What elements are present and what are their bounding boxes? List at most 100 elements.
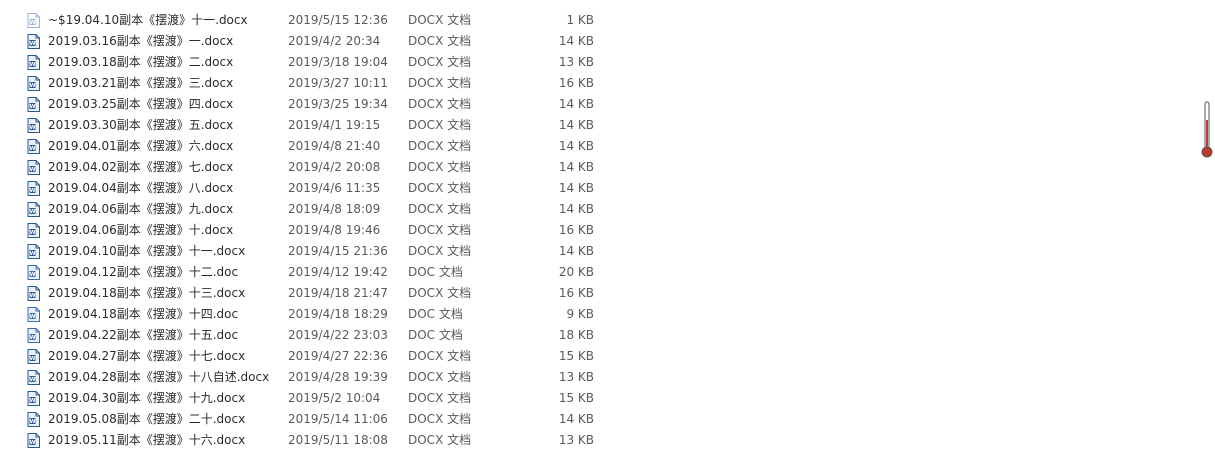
file-name[interactable]: 2019.03.30副本《摆渡》五.docx: [48, 115, 233, 136]
file-modified-date: 2019/3/18 19:04: [288, 55, 388, 69]
file-name[interactable]: 2019.04.02副本《摆渡》七.docx: [48, 157, 233, 178]
file-size: 14 KB: [558, 202, 594, 216]
file-size: 14 KB: [558, 97, 594, 111]
file-size: 20 KB: [558, 265, 594, 279]
svg-text:W: W: [29, 356, 35, 362]
file-name[interactable]: 2019.04.04副本《摆渡》八.docx: [48, 178, 233, 199]
word-docx-icon: W: [27, 412, 40, 427]
file-modified-date: 2019/5/15 12:36: [288, 13, 388, 27]
file-type: DOCX 文档: [408, 13, 472, 27]
file-name[interactable]: 2019.03.16副本《摆渡》一.docx: [48, 31, 233, 52]
file-size: 16 KB: [558, 223, 594, 237]
file-row[interactable]: W 2019.04.30副本《摆渡》十九.docx 2019/5/2 10:04…: [0, 388, 1200, 409]
word-docx-icon: W: [27, 34, 40, 49]
file-size: 15 KB: [558, 391, 594, 405]
file-modified-date: 2019/3/25 19:34: [288, 97, 388, 111]
file-name[interactable]: 2019.04.06副本《摆渡》九.docx: [48, 199, 233, 220]
file-name[interactable]: 2019.05.08副本《摆渡》二十.docx: [48, 409, 245, 430]
file-name[interactable]: 2019.04.06副本《摆渡》十.docx: [48, 220, 233, 241]
file-name[interactable]: 2019.03.21副本《摆渡》三.docx: [48, 73, 233, 94]
file-row[interactable]: W 2019.04.28副本《摆渡》十八自述.docx 2019/4/28 19…: [0, 367, 1200, 388]
file-type: DOCX 文档: [408, 160, 472, 174]
file-row[interactable]: W 2019.03.18副本《摆渡》二.docx 2019/3/18 19:04…: [0, 52, 1200, 73]
file-name[interactable]: 2019.04.18副本《摆渡》十三.docx: [48, 283, 245, 304]
file-row[interactable]: W 2019.04.10副本《摆渡》十一.docx 2019/4/15 21:3…: [0, 241, 1200, 262]
file-size: 15 KB: [558, 349, 594, 363]
word-docx-icon: W: [27, 181, 40, 196]
file-row[interactable]: W 2019.04.22副本《摆渡》十五.doc 2019/4/22 23:03…: [0, 325, 1200, 346]
file-row[interactable]: W 2019.04.02副本《摆渡》七.docx 2019/4/2 20:08 …: [0, 157, 1200, 178]
file-size: 9 KB: [566, 307, 594, 321]
file-size: 16 KB: [558, 76, 594, 90]
file-type: DOCX 文档: [408, 223, 472, 237]
file-type: DOCX 文档: [408, 118, 472, 132]
file-modified-date: 2019/5/14 11:06: [288, 412, 388, 426]
word-docx-icon: W: [27, 160, 40, 175]
file-name[interactable]: ~$19.04.10副本《摆渡》十一.docx: [48, 10, 248, 31]
file-row[interactable]: W 2019.04.18副本《摆渡》十三.docx 2019/4/18 21:4…: [0, 283, 1200, 304]
svg-text:W: W: [29, 125, 35, 131]
file-list: W ~$19.04.10副本《摆渡》十一.docx 2019/5/15 12:3…: [0, 10, 1200, 451]
file-modified-date: 2019/4/2 20:08: [288, 160, 381, 174]
file-row[interactable]: W 2019.03.21副本《摆渡》三.docx 2019/3/27 10:11…: [0, 73, 1200, 94]
svg-text:W: W: [29, 419, 35, 425]
file-row[interactable]: W 2019.04.12副本《摆渡》十二.doc 2019/4/12 19:42…: [0, 262, 1200, 283]
file-modified-date: 2019/4/18 21:47: [288, 286, 388, 300]
file-modified-date: 2019/5/2 10:04: [288, 391, 381, 405]
file-name[interactable]: 2019.04.12副本《摆渡》十二.doc: [48, 262, 238, 283]
file-type: DOCX 文档: [408, 76, 472, 90]
file-row[interactable]: W 2019.03.30副本《摆渡》五.docx 2019/4/1 19:15 …: [0, 115, 1200, 136]
file-size: 16 KB: [558, 286, 594, 300]
file-row[interactable]: W ~$19.04.10副本《摆渡》十一.docx 2019/5/15 12:3…: [0, 10, 1200, 31]
file-size: 13 KB: [558, 370, 594, 384]
svg-text:W: W: [29, 188, 35, 194]
svg-text:W: W: [29, 20, 35, 26]
word-docx-icon: W: [27, 286, 40, 301]
file-row[interactable]: W 2019.03.16副本《摆渡》一.docx 2019/4/2 20:34 …: [0, 31, 1200, 52]
file-row[interactable]: W 2019.04.18副本《摆渡》十四.doc 2019/4/18 18:29…: [0, 304, 1200, 325]
file-modified-date: 2019/4/15 21:36: [288, 244, 388, 258]
file-row[interactable]: W 2019.04.04副本《摆渡》八.docx 2019/4/6 11:35 …: [0, 178, 1200, 199]
word-docx-icon: W: [27, 139, 40, 154]
file-modified-date: 2019/4/12 19:42: [288, 265, 388, 279]
file-row[interactable]: W 2019.05.08副本《摆渡》二十.docx 2019/5/14 11:0…: [0, 409, 1200, 430]
word-doc-icon: W: [27, 265, 40, 280]
word-docx-icon: W: [27, 223, 40, 238]
file-modified-date: 2019/4/1 19:15: [288, 118, 381, 132]
word-doc-icon: W: [27, 307, 40, 322]
file-row[interactable]: W 2019.04.27副本《摆渡》十七.docx 2019/4/27 22:3…: [0, 346, 1200, 367]
file-name[interactable]: 2019.04.28副本《摆渡》十八自述.docx: [48, 367, 269, 388]
file-row[interactable]: W 2019.04.06副本《摆渡》九.docx 2019/4/8 18:09 …: [0, 199, 1200, 220]
svg-text:W: W: [29, 335, 35, 341]
file-name[interactable]: 2019.04.10副本《摆渡》十一.docx: [48, 241, 245, 262]
file-type: DOCX 文档: [408, 370, 472, 384]
file-type: DOCX 文档: [408, 433, 472, 447]
file-modified-date: 2019/4/2 20:34: [288, 34, 381, 48]
file-size: 14 KB: [558, 139, 594, 153]
file-name[interactable]: 2019.05.11副本《摆渡》十六.docx: [48, 430, 245, 451]
file-row[interactable]: W 2019.05.11副本《摆渡》十六.docx 2019/5/11 18:0…: [0, 430, 1200, 451]
thermometer-scroll-indicator-icon[interactable]: [1201, 100, 1213, 160]
svg-text:W: W: [29, 251, 35, 257]
file-name[interactable]: 2019.04.01副本《摆渡》六.docx: [48, 136, 233, 157]
file-name[interactable]: 2019.04.18副本《摆渡》十四.doc: [48, 304, 238, 325]
file-modified-date: 2019/4/8 21:40: [288, 139, 381, 153]
file-row[interactable]: W 2019.04.01副本《摆渡》六.docx 2019/4/8 21:40 …: [0, 136, 1200, 157]
file-modified-date: 2019/4/8 19:46: [288, 223, 381, 237]
file-name[interactable]: 2019.04.30副本《摆渡》十九.docx: [48, 388, 245, 409]
file-type: DOCX 文档: [408, 202, 472, 216]
svg-text:W: W: [29, 398, 35, 404]
file-name[interactable]: 2019.03.18副本《摆渡》二.docx: [48, 52, 233, 73]
file-type: DOC 文档: [408, 328, 463, 342]
file-modified-date: 2019/4/8 18:09: [288, 202, 381, 216]
word-docx-icon: W: [27, 76, 40, 91]
file-name[interactable]: 2019.03.25副本《摆渡》四.docx: [48, 94, 233, 115]
svg-text:W: W: [29, 230, 35, 236]
word-docx-icon: W: [27, 244, 40, 259]
file-modified-date: 2019/4/22 23:03: [288, 328, 388, 342]
file-type: DOCX 文档: [408, 286, 472, 300]
file-row[interactable]: W 2019.04.06副本《摆渡》十.docx 2019/4/8 19:46 …: [0, 220, 1200, 241]
file-name[interactable]: 2019.04.27副本《摆渡》十七.docx: [48, 346, 245, 367]
file-row[interactable]: W 2019.03.25副本《摆渡》四.docx 2019/3/25 19:34…: [0, 94, 1200, 115]
file-name[interactable]: 2019.04.22副本《摆渡》十五.doc: [48, 325, 238, 346]
